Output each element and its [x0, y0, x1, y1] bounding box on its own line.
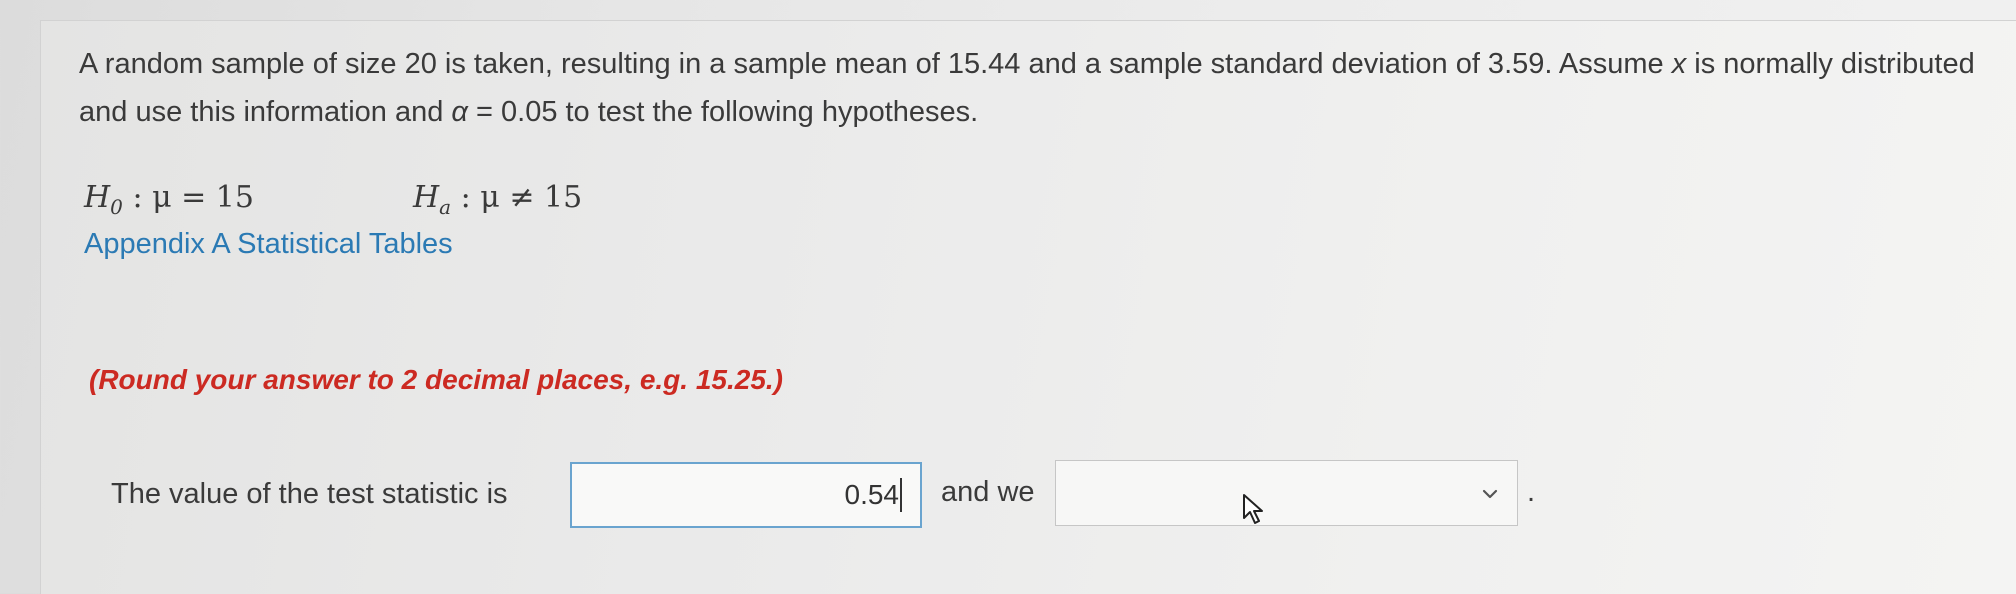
- question-variable: x: [1671, 48, 1687, 80]
- alpha-symbol: α: [451, 96, 468, 128]
- null-hypothesis-subscript: 0: [110, 195, 123, 219]
- question-text: A random sample of size 20 is taken, res…: [79, 40, 1999, 136]
- test-statistic-label: The value of the test statistic is: [111, 478, 508, 510]
- question-text-part: A random sample of size 20 is taken, res…: [79, 48, 1672, 80]
- test-statistic-input[interactable]: 0.54: [570, 462, 922, 528]
- alternative-hypothesis-statement: : μ ≠ 15: [451, 180, 583, 215]
- question-text-part: = 0.05 to test the following hypotheses.: [467, 96, 979, 128]
- decision-dropdown[interactable]: [1055, 460, 1518, 526]
- null-hypothesis-symbol: H: [84, 180, 111, 215]
- alternative-hypothesis: Ha : μ ≠ 15: [413, 180, 582, 219]
- chevron-down-icon: [1482, 489, 1498, 499]
- rounding-instruction: (Round your answer to 2 decimal places, …: [89, 364, 783, 395]
- and-we-label: and we: [941, 476, 1035, 508]
- null-hypothesis: H0 : μ = 15: [84, 180, 254, 219]
- alternative-hypothesis-symbol: H: [413, 180, 440, 215]
- text-caret: [900, 478, 902, 512]
- test-statistic-value: 0.54: [844, 479, 900, 510]
- appendix-tables-link[interactable]: Appendix A Statistical Tables: [84, 228, 453, 261]
- alternative-hypothesis-subscript: a: [439, 195, 452, 219]
- null-hypothesis-statement: : μ = 15: [122, 180, 254, 215]
- mouse-pointer-icon: [1243, 494, 1263, 524]
- sentence-period: .: [1527, 476, 1536, 508]
